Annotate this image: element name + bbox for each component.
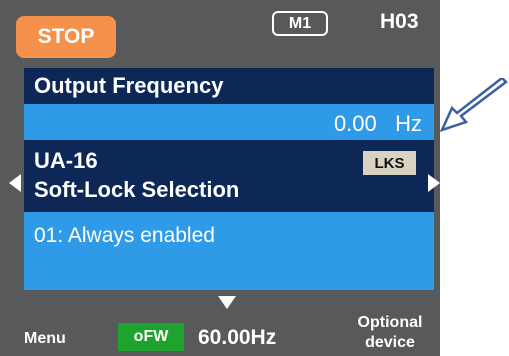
optional-label-line1: Optional [357,314,423,331]
setting-value[interactable]: 01: Always enabled [24,212,434,290]
reference-frequency: 60.00Hz [198,326,277,349]
menu-softkey[interactable]: Menu [24,330,66,348]
display-screen: STOP M1 H03 Output Frequency 0.00 Hz UA-… [0,0,440,356]
monitor-unit: Hz [395,111,422,136]
optional-label-line2: device [365,334,415,351]
nav-left-arrow-icon[interactable] [9,174,21,192]
stop-status-badge: STOP [16,16,116,58]
screen-code: H03 [380,10,419,33]
source-badge: oFW [118,323,184,351]
nav-right-arrow-icon[interactable] [428,174,440,192]
parameter-tag: LKS [363,151,416,175]
monitor-value: 0.00 [333,111,377,136]
monitor-value-row: 0.00 Hz [24,104,434,140]
optional-device-softkey[interactable]: Optional device [340,313,440,353]
scroll-down-arrow-icon[interactable] [218,296,236,309]
callout-arrow-icon [439,78,508,133]
monitor-title: Output Frequency [24,68,434,104]
mode-indicator: M1 [272,11,328,36]
parameter-name: Soft-Lock Selection [34,177,240,202]
